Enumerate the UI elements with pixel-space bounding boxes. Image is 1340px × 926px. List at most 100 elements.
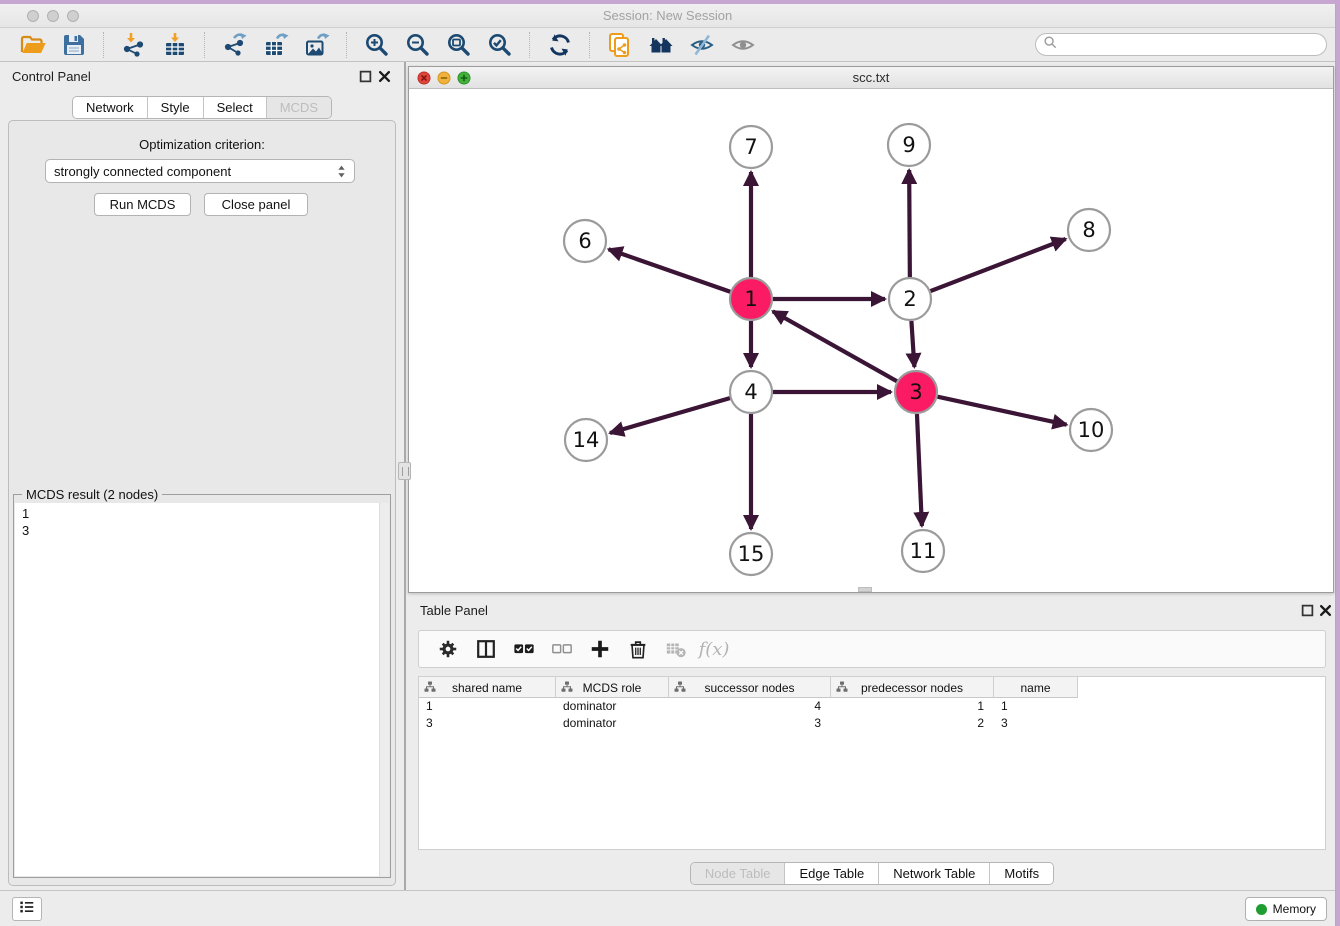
table-row[interactable]: 1dominator411 — [419, 698, 1078, 715]
app-titlebar[interactable]: Session: New Session — [0, 4, 1335, 28]
memory-button[interactable]: Memory — [1245, 897, 1327, 921]
graph-node-7[interactable]: 7 — [730, 126, 772, 168]
graph-node-8[interactable]: 8 — [1068, 209, 1110, 251]
search-field[interactable] — [1035, 33, 1327, 56]
node-table[interactable]: shared nameMCDS rolesuccessor nodesprede… — [418, 676, 1326, 850]
search-icon — [1043, 35, 1058, 55]
graph-edge-2-8[interactable] — [931, 239, 1066, 291]
close-table-panel-icon[interactable] — [1319, 604, 1332, 617]
tab-edge-table[interactable]: Edge Table — [784, 863, 878, 884]
graph-node-3[interactable]: 3 — [895, 371, 937, 413]
control-tab-style[interactable]: Style — [147, 97, 203, 118]
svg-text:11: 11 — [910, 539, 937, 563]
zoom-out-icon[interactable] — [404, 31, 431, 58]
float-panel-icon[interactable] — [359, 70, 372, 83]
svg-text:14: 14 — [573, 428, 600, 452]
network-view-window: scc.txt 7 9 6 8 1 2 4 3 14 10 15 11 — [408, 66, 1334, 593]
graph-node-4[interactable]: 4 — [730, 371, 772, 413]
graph-node-15[interactable]: 15 — [730, 533, 772, 575]
hide-selected-icon[interactable] — [688, 31, 715, 58]
tab-motifs[interactable]: Motifs — [989, 863, 1053, 884]
graph-edge-3-10[interactable] — [937, 397, 1066, 425]
table-panel-title: Table Panel — [420, 603, 488, 618]
export-network-icon[interactable] — [221, 31, 248, 58]
graph-edge-2-9[interactable] — [909, 170, 910, 277]
graph-edge-1-6[interactable] — [609, 249, 731, 291]
column-header-shared-name[interactable]: shared name — [419, 677, 556, 698]
tab-network-table[interactable]: Network Table — [878, 863, 989, 884]
export-table-icon[interactable] — [262, 31, 289, 58]
task-history-button[interactable] — [12, 897, 42, 921]
graph-node-14[interactable]: 14 — [565, 419, 607, 461]
save-session-icon[interactable] — [60, 31, 87, 58]
graph-node-11[interactable]: 11 — [902, 530, 944, 572]
optimization-dropdown[interactable]: strongly connected component — [45, 159, 355, 183]
column-header-MCDS-role[interactable]: MCDS role — [556, 677, 669, 698]
mcds-result-box: MCDS result (2 nodes) 13 — [13, 494, 391, 878]
graph-node-9[interactable]: 9 — [888, 124, 930, 166]
result-node-id: 1 — [15, 505, 389, 522]
graph-node-10[interactable]: 10 — [1070, 409, 1112, 451]
control-panel: Control Panel NetworkStyleSelectMCDS Opt… — [0, 62, 404, 890]
toggle-column-panel-icon[interactable] — [472, 636, 500, 662]
zoom-fit-icon[interactable] — [445, 31, 472, 58]
select-all-rows-icon[interactable] — [510, 636, 538, 662]
run-mcds-button[interactable]: Run MCDS — [94, 193, 191, 216]
first-neighbors-icon[interactable] — [647, 31, 674, 58]
table-cell: 3 — [419, 715, 556, 732]
svg-text:9: 9 — [902, 133, 915, 157]
toolbar-separator — [204, 32, 205, 58]
graph-edge-4-14[interactable] — [610, 398, 730, 433]
deselect-all-rows-icon[interactable] — [548, 636, 576, 662]
network-canvas[interactable]: 7 9 6 8 1 2 4 3 14 10 15 11 — [409, 89, 1333, 593]
table-cell: dominator — [556, 715, 669, 732]
tab-node-table[interactable]: Node Table — [691, 863, 785, 884]
graph-node-6[interactable]: 6 — [564, 220, 606, 262]
refresh-view-icon[interactable] — [546, 31, 573, 58]
main-toolbar — [0, 28, 1335, 62]
canvas-scroll-grip[interactable] — [858, 587, 872, 592]
close-panel-button[interactable]: Close panel — [204, 193, 308, 216]
table-cell: 2 — [831, 715, 994, 732]
add-column-icon[interactable] — [586, 636, 614, 662]
column-header-successor-nodes[interactable]: successor nodes — [669, 677, 831, 698]
export-image-icon[interactable] — [303, 31, 330, 58]
zoom-in-icon[interactable] — [363, 31, 390, 58]
graph-node-1[interactable]: 1 — [730, 278, 772, 320]
mcds-result-title: MCDS result (2 nodes) — [22, 487, 162, 502]
show-all-icon[interactable] — [729, 31, 756, 58]
mcds-result-list[interactable]: 13 — [15, 503, 389, 876]
graph-node-2[interactable]: 2 — [889, 278, 931, 320]
table-panel: Table Panel f(x) shared nameMCDS rolesuc… — [408, 596, 1336, 890]
graph-edge-3-11[interactable] — [917, 414, 922, 526]
table-cell: 1 — [419, 698, 556, 715]
close-panel-icon[interactable] — [378, 70, 391, 83]
import-network-icon[interactable] — [120, 31, 147, 58]
svg-text:2: 2 — [903, 287, 916, 311]
column-header-predecessor-nodes[interactable]: predecessor nodes — [831, 677, 994, 698]
clone-network-icon[interactable] — [606, 31, 633, 58]
panel-divider-grip[interactable] — [398, 462, 411, 480]
table-cell: 1 — [831, 698, 994, 715]
attribute-settings-icon[interactable] — [434, 636, 462, 662]
zoom-selected-icon[interactable] — [486, 31, 513, 58]
mcds-panel: Optimization criterion: strongly connect… — [8, 120, 396, 886]
graph-edge-2-3[interactable] — [911, 321, 914, 367]
search-input[interactable] — [1058, 38, 1326, 52]
control-tab-mcds[interactable]: MCDS — [266, 97, 331, 118]
open-session-icon[interactable] — [19, 31, 46, 58]
float-table-panel-icon[interactable] — [1301, 604, 1314, 617]
import-table-icon[interactable] — [161, 31, 188, 58]
table-cell: 4 — [669, 698, 831, 715]
result-scrollbar[interactable] — [379, 503, 389, 876]
toolbar-separator — [346, 32, 347, 58]
graph-edge-3-1[interactable] — [773, 311, 897, 381]
control-tab-network[interactable]: Network — [73, 97, 147, 118]
table-row[interactable]: 3dominator323 — [419, 715, 1078, 732]
status-bar: Memory — [0, 890, 1335, 926]
network-window-titlebar[interactable]: scc.txt — [409, 67, 1333, 89]
control-tab-select[interactable]: Select — [203, 97, 266, 118]
column-header-name[interactable]: name — [994, 677, 1078, 698]
result-node-id: 3 — [15, 522, 389, 539]
delete-column-icon[interactable] — [624, 636, 652, 662]
